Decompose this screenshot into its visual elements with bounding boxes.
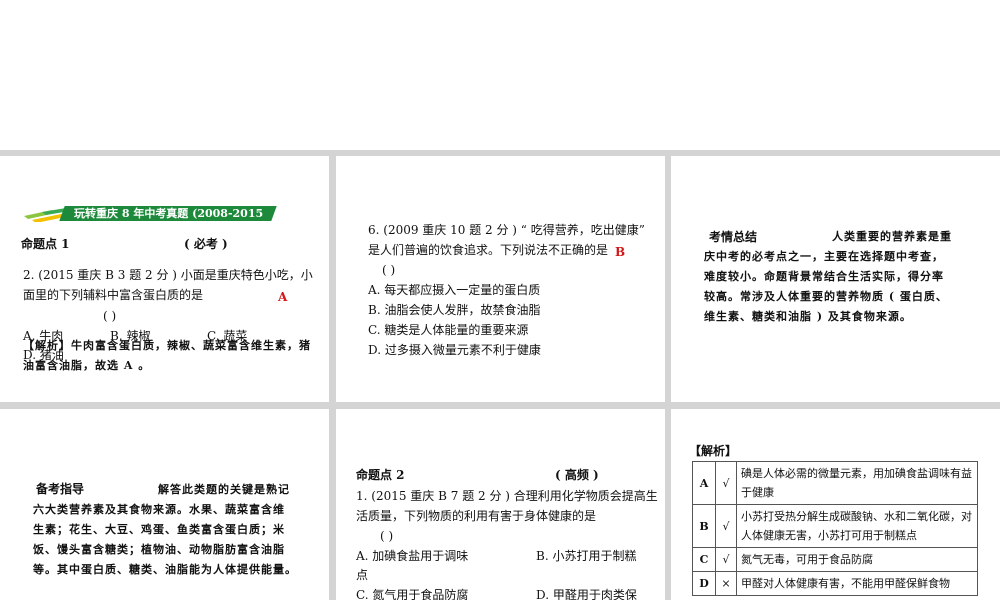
summary-line-1: 人类重要的营养素是重 <box>832 230 952 243</box>
row-text: 氮气无毒，可用于食品防腐 <box>736 547 978 572</box>
summary-line-3: 难度较小。命题背景常结合生活实际，得分率 <box>704 270 944 283</box>
slide-panel-4[interactable]: 备考指导 解答此类题的关键是熟记 六大类营养素及其食物来源。水果、蔬菜富含维 生… <box>0 409 329 600</box>
check-icon: √ <box>715 547 737 572</box>
topic-tag: ( 必考 ) <box>184 237 228 251</box>
row-text: 碘是人体必需的微量元素，用加碘食盐调味有益于健康 <box>736 461 978 505</box>
table-row: B √ 小苏打受热分解生成碳酸钠、水和二氧化碳，对人体健康无害，小苏打可用于制糕… <box>692 504 978 548</box>
summary-line-5: 维生素、糖类和油脂 ) 及其食物来源。 <box>704 310 912 323</box>
question-line-1: 1. (2015 重庆 B 7 题 2 分 ) 合理利用化学物质会提高生 <box>356 489 658 503</box>
answer-mark: B <box>615 245 626 259</box>
question-line-2: 是人们普遍的饮食追求。下列说法不正确的是 <box>368 243 609 257</box>
topic-label: 命题点 2 <box>356 468 405 482</box>
topic-label: 命题点 1 <box>21 237 70 251</box>
row-letter: C <box>692 547 716 572</box>
slide-panel-1[interactable]: 玩转重庆 8 年中考真题 (2008-2015 年) 命题点 1 ( 必考 ) … <box>0 156 329 402</box>
answer-mark: A <box>278 290 288 304</box>
option-a: A. 加碘食盐用于调味 <box>356 549 469 563</box>
row-letter: A <box>692 461 716 505</box>
question-line-1: 2. (2015 重庆 B 3 题 2 分 ) 小面是重庆特色小吃，小 <box>23 268 313 282</box>
option-b-continued: 点 <box>356 568 369 582</box>
topic-tag: ( 高频 ) <box>555 468 599 482</box>
guide-line-2: 六大类营养素及其食物来源。水果、蔬菜富含维 <box>33 503 285 516</box>
row-text: 甲醛对人体健康有害，不能用甲醛保鲜食物 <box>736 571 978 596</box>
option-b: B. 油脂会使人发胖，故禁食油脂 <box>368 303 541 317</box>
table-row: C √ 氮气无毒，可用于食品防腐 <box>692 547 978 572</box>
answer-paren: ( ) <box>103 309 117 323</box>
slide-panel-5[interactable]: 命题点 2 ( 高频 ) 1. (2015 重庆 B 7 题 2 分 ) 合理利… <box>336 409 665 600</box>
guide-line-3: 生素；花生、大豆、鸡蛋、鱼类富含蛋白质；米 <box>33 523 285 536</box>
answer-paren: ( ) <box>380 529 394 543</box>
option-b: B. 小苏打用于制糕 <box>536 549 637 563</box>
option-a: A. 每天都应摄入一定量的蛋白质 <box>368 283 541 297</box>
summary-line-2: 庆中考的必考点之一，主要在选择题中考查， <box>704 250 944 263</box>
summary-line-4: 较高。常涉及人体重要的营养物质 ( 蛋白质、 <box>704 290 948 303</box>
row-letter: D <box>692 571 716 596</box>
slide-panel-2[interactable]: 6. (2009 重庆 10 题 2 分 ) “ 吃得营养，吃出健康” 是人们普… <box>336 156 665 402</box>
summary-title: 考情总结 <box>709 230 758 244</box>
question-line-2: 活质量，下列物质的利用有害于身体健康的是 <box>356 509 597 523</box>
slide-panel-3[interactable]: 考情总结 人类重要的营养素是重 庆中考的必考点之一，主要在选择题中考查， 难度较… <box>671 156 1000 402</box>
table-row: D × 甲醛对人体健康有害，不能用甲醛保鲜食物 <box>692 571 978 596</box>
section-banner: 玩转重庆 8 年中考真题 (2008-2015 年) <box>22 204 277 237</box>
option-c: C. 氮气用于食品防腐 <box>356 588 469 600</box>
banner-title: 玩转重庆 8 年中考真题 (2008-2015 年) <box>74 207 264 237</box>
row-text: 小苏打受热分解生成碳酸钠、水和二氧化碳，对人体健康无害，小苏打可用于制糕点 <box>736 504 978 548</box>
analysis-table: A √ 碘是人体必需的微量元素，用加碘食盐调味有益于健康 B √ 小苏打受热分解… <box>692 461 978 596</box>
option-d: D. 过多摄入微量元素不利于健康 <box>368 343 541 357</box>
question-line-2: 面里的下列辅料中富含蛋白质的是 <box>23 288 204 302</box>
option-d: D. 甲醛用于肉类保 <box>536 588 637 600</box>
top-blank-area <box>0 0 1000 150</box>
answer-paren: ( ) <box>382 263 396 277</box>
check-icon: √ <box>715 461 737 505</box>
guide-line-4: 饭、馒头富含糖类；植物油、动物脂肪富含油脂 <box>33 543 285 556</box>
option-c: C. 糖类是人体能量的重要来源 <box>368 323 529 337</box>
question-line-1: 6. (2009 重庆 10 题 2 分 ) “ 吃得营养，吃出健康” <box>368 223 645 237</box>
cross-icon: × <box>715 571 737 596</box>
analysis-title: 【解析】 <box>689 444 738 458</box>
guide-title: 备考指导 <box>36 482 85 496</box>
table-row: A √ 碘是人体必需的微量元素，用加碘食盐调味有益于健康 <box>692 461 978 505</box>
row-letter: B <box>692 504 716 548</box>
guide-line-1: 解答此类题的关键是熟记 <box>158 483 290 496</box>
guide-line-5: 等。其中蛋白质、糖类、油脂能为人体提供能量。 <box>33 563 297 576</box>
explanation-line-1: 【解析】牛肉富含蛋白质，辣椒、蔬菜富含维生素，猪 <box>23 339 311 352</box>
explanation-line-2: 油富含油脂，故选 A 。 <box>23 359 151 372</box>
slide-panel-6[interactable]: 【解析】 A √ 碘是人体必需的微量元素，用加碘食盐调味有益于健康 B √ 小苏… <box>671 409 1000 600</box>
check-icon: √ <box>715 504 737 548</box>
